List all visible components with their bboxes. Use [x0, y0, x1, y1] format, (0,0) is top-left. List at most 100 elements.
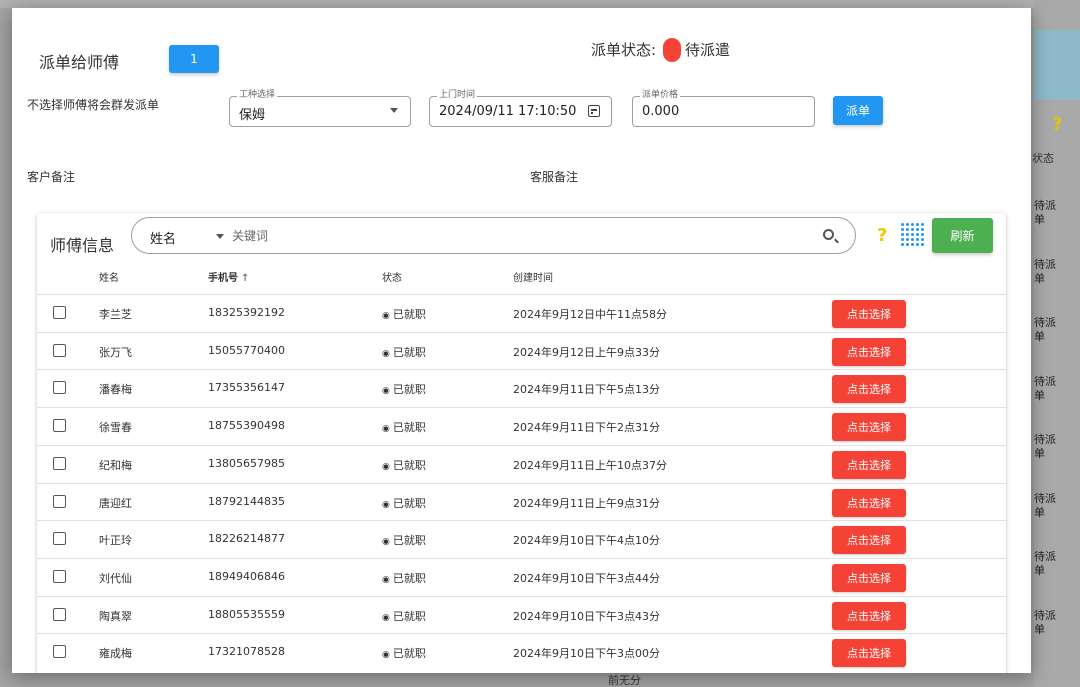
grid-dot: [911, 223, 914, 226]
worker-status: 已就职: [382, 570, 426, 586]
worker-status: 已就职: [382, 419, 426, 435]
grid-dot: [921, 243, 924, 246]
row-checkbox[interactable]: [53, 569, 66, 583]
row-checkbox[interactable]: [53, 381, 66, 395]
select-worker-button[interactable]: 点击选择: [832, 450, 906, 479]
sort-up-icon[interactable]: ↑: [241, 273, 249, 284]
row-checkbox[interactable]: [53, 645, 66, 659]
select-worker-button[interactable]: 点击选择: [832, 488, 906, 517]
worker-phone: 15055770400: [208, 343, 285, 357]
grid-dot: [906, 233, 909, 236]
row-checkbox[interactable]: [53, 532, 66, 546]
row-checkbox[interactable]: [53, 607, 66, 621]
help-icon[interactable]: ?: [877, 225, 887, 246]
worker-name: 纪和梅: [99, 458, 132, 472]
worker-status: 已就职: [382, 381, 426, 397]
column-header-created[interactable]: 创建时间: [513, 269, 553, 284]
calendar-icon[interactable]: [588, 105, 600, 117]
row-checkbox[interactable]: [53, 419, 66, 433]
grid-dot: [916, 223, 919, 226]
background-status-cell: 待派 单: [1034, 550, 1056, 577]
selected-count-button[interactable]: 1: [169, 45, 219, 73]
background-status-cell: 待派 单: [1034, 608, 1056, 636]
search-bar: 姓名: [131, 217, 856, 254]
table-row: 李兰芝 18325392192 已就职 2024年9月12日中午11点58分 点击选择: [37, 294, 1006, 332]
row-checkbox[interactable]: [53, 494, 66, 508]
table-row: 唐迎红 18792144835 已就职 2024年9月11日上午9点31分 点击选择: [37, 482, 1006, 521]
dialog-title: 派单给师傅: [39, 53, 120, 72]
grid-dot: [911, 228, 914, 231]
worker-status: 已就职: [382, 344, 426, 360]
grid-dot: [916, 233, 919, 236]
select-worker-button[interactable]: 点击选择: [832, 337, 906, 366]
refresh-button[interactable]: 刷新: [932, 218, 993, 253]
worker-created: 2024年9月10日下午4点10分: [513, 534, 660, 548]
column-header-name[interactable]: 姓名: [99, 269, 119, 284]
background-status-cell: 待派 单: [1034, 491, 1056, 519]
chevron-down-icon[interactable]: [216, 234, 224, 239]
grid-dot: [901, 228, 904, 231]
background-status-cell: 待派 单: [1034, 433, 1056, 460]
worker-phone: 18805535559: [208, 607, 285, 621]
customer-note-label: 客户备注: [27, 170, 76, 184]
grid-dot: [911, 243, 914, 246]
table-row: 刘代仙 18949406846 已就职 2024年9月10日下午3点44分 点击选择: [37, 557, 1006, 596]
grid-dots-icon[interactable]: [901, 223, 925, 247]
worker-created: 2024年9月10日下午3点00分: [513, 647, 660, 661]
column-header-phone[interactable]: 手机号 ↑: [208, 269, 249, 284]
worker-name: 雍成梅: [99, 647, 132, 661]
background-help-icon: ?: [1052, 114, 1063, 135]
worker-phone: 18325392192: [208, 306, 285, 319]
background-topbar: [0, 0, 1080, 8]
select-worker-button[interactable]: 点击选择: [832, 375, 906, 404]
grid-dot: [911, 233, 914, 236]
price-legend: 派单价格: [640, 90, 681, 101]
dispatch-button[interactable]: 派单: [833, 96, 883, 125]
worker-created: 2024年9月10日下午3点44分: [513, 571, 660, 585]
worker-created: 2024年9月11日上午10点37分: [513, 458, 667, 472]
worker-status: 已就职: [382, 495, 426, 511]
select-worker-button[interactable]: 点击选择: [832, 413, 906, 442]
worker-status: 已就职: [382, 532, 426, 548]
workers-card: 师傅信息 姓名 ? 刷新 姓名 手机号↑ 状态 创建时间 李兰芝 18325392…: [37, 213, 1006, 673]
worker-created: 2024年9月10日下午3点43分: [513, 609, 660, 623]
row-checkbox[interactable]: [53, 343, 66, 357]
table-row: 潘春梅 17355356147 已就职 2024年9月11日下午5点13分 点击选择: [37, 369, 1006, 407]
price-field[interactable]: 派单价格 0.000: [632, 90, 815, 127]
workers-title: 师傅信息: [50, 236, 115, 255]
table-row: 张万飞 15055770400 已就职 2024年9月12日上午9点33分 点击选择: [37, 331, 1006, 370]
worker-created: 2024年9月12日中午11点58分: [513, 308, 667, 321]
grid-dot: [916, 243, 919, 246]
worker-phone: 17355356147: [208, 381, 285, 395]
select-worker-button[interactable]: 点击选择: [832, 639, 906, 668]
table-row: 叶正玲 18226214877 已就职 2024年9月10日下午4点10分 点击选择: [37, 520, 1006, 558]
worker-status: 已就职: [382, 645, 426, 661]
select-worker-button[interactable]: 点击选择: [832, 300, 906, 328]
select-worker-button[interactable]: 点击选择: [832, 563, 906, 592]
grid-dot: [901, 243, 904, 246]
grid-dot: [921, 238, 924, 241]
visit-time-legend: 上门时间: [437, 90, 478, 101]
visit-time-field[interactable]: 上门时间 2024/09/11 17:10:50: [429, 90, 612, 127]
search-field-select[interactable]: 姓名: [150, 228, 176, 247]
background-bottom-text: 前无分: [608, 674, 641, 687]
worker-name: 徐雪春: [99, 421, 132, 435]
worker-phone: 18949406846: [208, 569, 285, 583]
worker-name: 刘代仙: [99, 571, 132, 585]
select-worker-button[interactable]: 点击选择: [832, 601, 906, 630]
worker-phone: 18755390498: [208, 419, 285, 433]
select-worker-button[interactable]: 点击选择: [832, 526, 906, 555]
search-icon[interactable]: [823, 229, 834, 240]
worker-phone: 18226214877: [208, 532, 285, 546]
row-checkbox[interactable]: [53, 306, 66, 319]
column-header-status[interactable]: 状态: [382, 269, 402, 284]
background-status-cell: 待派 单: [1034, 199, 1056, 226]
worker-phone: 17321078528: [208, 645, 285, 659]
status-indicator-dot: [663, 38, 681, 62]
background-status-cell: 待派 单: [1034, 257, 1056, 285]
row-checkbox[interactable]: [53, 456, 66, 470]
search-input[interactable]: [232, 226, 792, 246]
worker-name: 潘春梅: [99, 383, 132, 397]
grid-dot: [901, 238, 904, 241]
job-type-select[interactable]: 工种选择 保姆: [229, 90, 411, 127]
